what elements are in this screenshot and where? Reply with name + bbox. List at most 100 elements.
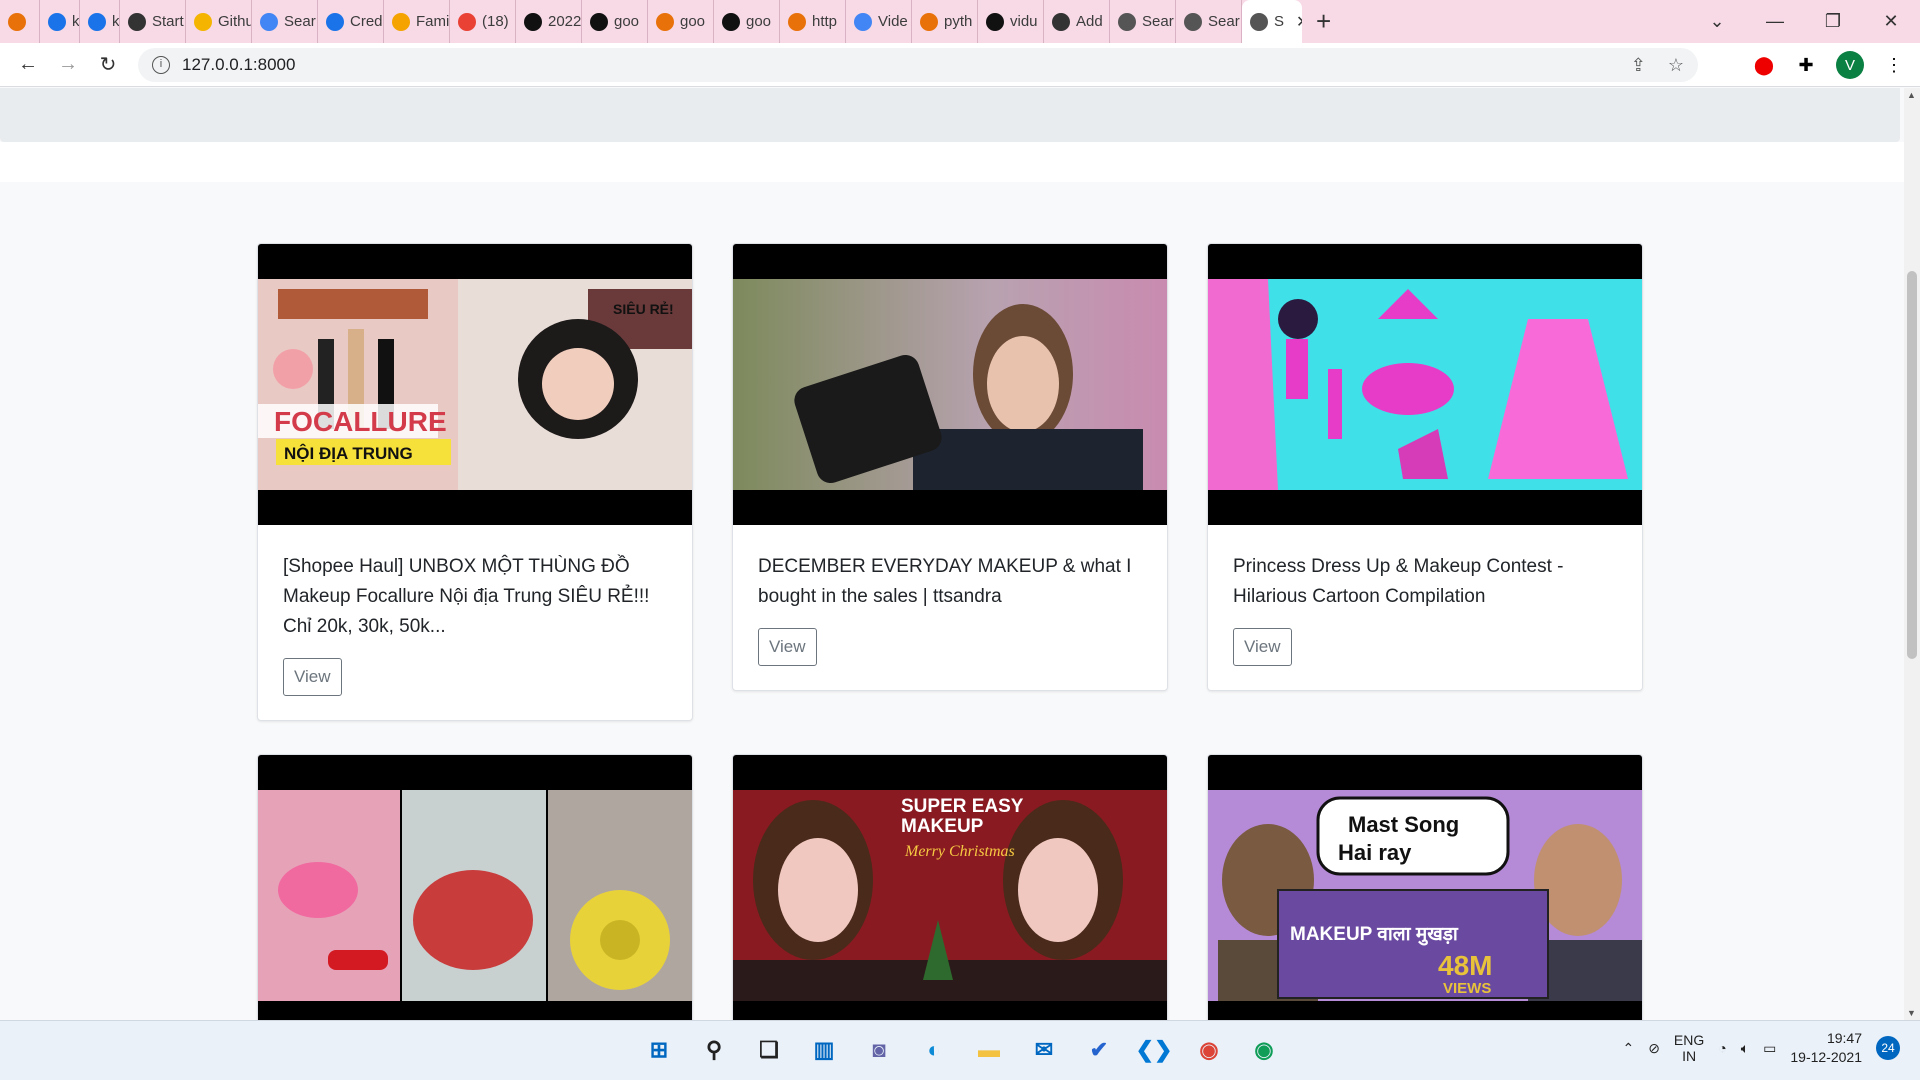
video-thumbnail[interactable]: SUPER EASY MAKEUP Merry Christmas xyxy=(733,755,1167,1020)
video-thumbnail[interactable] xyxy=(1208,244,1642,525)
thumb-makeup-wala-text: MAKEUP वाला मुखड़ा xyxy=(1290,924,1459,946)
tab-search-icon[interactable]: ⌄ xyxy=(1688,11,1746,32)
chrome-icon[interactable]: ◉ xyxy=(1190,1031,1228,1069)
task-view-icon[interactable]: ❏ xyxy=(750,1031,788,1069)
taskbar-clock[interactable]: 19:47 19-12-2021 xyxy=(1790,1029,1862,1067)
file-explorer-icon[interactable]: ▬ xyxy=(970,1031,1008,1069)
video-card: FOCALLURE NỘI ĐỊA TRUNG SIÊU RẺ! [Shopee… xyxy=(257,243,693,721)
browser-tab[interactable] xyxy=(0,0,40,43)
browser-tab[interactable]: Start xyxy=(120,0,186,43)
minimize-icon[interactable]: — xyxy=(1746,11,1804,32)
browser-tab[interactable]: Sear xyxy=(1110,0,1176,43)
search-icon[interactable]: ⚲ xyxy=(695,1031,733,1069)
browser-tab[interactable]: goo xyxy=(648,0,714,43)
code-icon xyxy=(854,12,872,31)
browser-tab[interactable]: Add xyxy=(1044,0,1110,43)
video-thumbnail[interactable]: Mast Song Hai ray MAKEUP वाला मुखड़ा 48M… xyxy=(1208,755,1642,1020)
scroll-down-icon[interactable]: ▼ xyxy=(1907,1008,1916,1018)
browser-tab[interactable]: Githu xyxy=(186,0,252,43)
github-icon xyxy=(722,12,740,31)
thumb-noi-dia-text: NỘI ĐỊA TRUNG xyxy=(284,444,413,463)
page-viewport: FOCALLURE NỘI ĐỊA TRUNG SIÊU RẺ! [Shopee… xyxy=(0,88,1904,1020)
browser-tab[interactable]: goo xyxy=(582,0,648,43)
thumbnail-image xyxy=(733,279,1167,490)
browser-tab[interactable]: Sear xyxy=(1176,0,1242,43)
browser-tab[interactable]: Cred xyxy=(318,0,384,43)
share-icon[interactable]: ⇪ xyxy=(1631,55,1646,76)
volume-icon[interactable]: 🔈︎ xyxy=(1741,1040,1749,1057)
bulb-icon xyxy=(194,12,212,31)
browser-tab[interactable]: vidu xyxy=(978,0,1044,43)
notification-badge[interactable]: 24 xyxy=(1876,1036,1900,1060)
tab-label: vidu xyxy=(1010,13,1038,30)
view-button[interactable]: View xyxy=(758,628,817,666)
tab-label: Sear xyxy=(1142,13,1174,30)
wifi-icon[interactable]: ◔ xyxy=(1718,1040,1726,1056)
windows-start-icon[interactable]: ⊞ xyxy=(640,1031,678,1069)
reload-icon[interactable]: ↻ xyxy=(88,52,128,77)
video-thumbnail[interactable] xyxy=(733,244,1167,525)
browser-tab[interactable]: http xyxy=(780,0,846,43)
address-bar-row: ← → ↻ i 127.0.0.1:8000 ⇪ ☆ ⬤ ✚ V ⋮ xyxy=(0,43,1920,87)
new-tab-icon[interactable]: + xyxy=(1302,6,1345,37)
chrome-alt-icon[interactable]: ◉ xyxy=(1245,1031,1283,1069)
thumbnail-image: Mast Song Hai ray MAKEUP वाला मुखड़ा 48M… xyxy=(1208,790,1642,1001)
page-scrollbar[interactable]: ▲ ▼ xyxy=(1904,88,1920,1020)
video-thumbnail[interactable] xyxy=(258,755,692,1020)
battery-icon[interactable]: ▭ xyxy=(1763,1040,1776,1057)
todo-icon[interactable]: ✔ xyxy=(1080,1031,1118,1069)
video-thumbnail[interactable]: FOCALLURE NỘI ĐỊA TRUNG SIÊU RẺ! xyxy=(258,244,692,525)
browser-tab[interactable]: Fami xyxy=(384,0,450,43)
avatar[interactable]: V xyxy=(1836,51,1864,79)
forward-icon[interactable]: → xyxy=(48,53,88,76)
view-button[interactable]: View xyxy=(1233,628,1292,666)
window-controls: ⌄ — ❐ ✕ xyxy=(1688,0,1920,43)
video-title: Princess Dress Up & Makeup Contest - Hil… xyxy=(1233,556,1564,607)
tab-label: (18) xyxy=(482,13,509,30)
teams-chat-icon[interactable]: ◙ xyxy=(860,1031,898,1069)
browser-tab[interactable]: pyth xyxy=(912,0,978,43)
scroll-up-icon[interactable]: ▲ xyxy=(1907,90,1916,100)
restore-icon[interactable]: ❐ xyxy=(1804,11,1862,32)
omnibox[interactable]: i 127.0.0.1:8000 ⇪ ☆ xyxy=(138,48,1698,82)
colab-icon xyxy=(656,12,674,31)
network-warning-icon[interactable]: ⊘ xyxy=(1648,1040,1660,1057)
tab-label: Start xyxy=(152,13,184,30)
extensions-puzzle-icon[interactable]: ✚ xyxy=(1794,53,1818,77)
opera-extension-icon[interactable]: ⬤ xyxy=(1752,53,1776,77)
browser-tab[interactable]: Vide xyxy=(846,0,912,43)
dot-icon xyxy=(524,12,542,31)
widgets-icon[interactable]: ▥ xyxy=(805,1031,843,1069)
tab-label: Fami xyxy=(416,13,450,30)
close-window-icon[interactable]: ✕ xyxy=(1862,11,1920,32)
github-icon xyxy=(986,12,1004,31)
browser-tab[interactable]: (18) xyxy=(450,0,516,43)
globe-icon xyxy=(1250,12,1268,31)
language-indicator[interactable]: ENG IN xyxy=(1674,1032,1704,1064)
site-info-icon[interactable]: i xyxy=(152,56,170,74)
url-text[interactable]: 127.0.0.1:8000 xyxy=(182,55,295,75)
tab-label: 2022 xyxy=(548,13,582,30)
edge-icon[interactable]: ◐ xyxy=(915,1031,953,1069)
chevron-up-icon[interactable]: ⌃ xyxy=(1622,1040,1634,1057)
view-button[interactable]: View xyxy=(283,658,342,696)
tab-label: k xyxy=(112,13,120,30)
browser-tab[interactable]: 2022 xyxy=(516,0,582,43)
k-icon xyxy=(48,12,66,31)
thumb-mast-song-text: Mast Song xyxy=(1348,812,1459,837)
browser-tab[interactable]: k xyxy=(80,0,120,43)
browser-tab[interactable]: Sear xyxy=(252,0,318,43)
thumb-views-text: VIEWS xyxy=(1443,980,1491,997)
browser-tab[interactable]: goo xyxy=(714,0,780,43)
vscode-icon[interactable]: ❮❯ xyxy=(1135,1031,1173,1069)
tab-label: Githu xyxy=(218,13,252,30)
bookmark-star-icon[interactable]: ☆ xyxy=(1668,55,1684,76)
scrollbar-thumb[interactable] xyxy=(1907,271,1917,659)
tab-label: goo xyxy=(746,13,772,30)
back-icon[interactable]: ← xyxy=(8,53,48,76)
browser-tab[interactable]: k xyxy=(40,0,80,43)
menu-kebab-icon[interactable]: ⋮ xyxy=(1882,53,1906,77)
mail-icon[interactable]: ✉ xyxy=(1025,1031,1063,1069)
thumb-focallure-text: FOCALLURE xyxy=(274,406,447,437)
browser-tab[interactable]: S✕ xyxy=(1242,0,1302,43)
